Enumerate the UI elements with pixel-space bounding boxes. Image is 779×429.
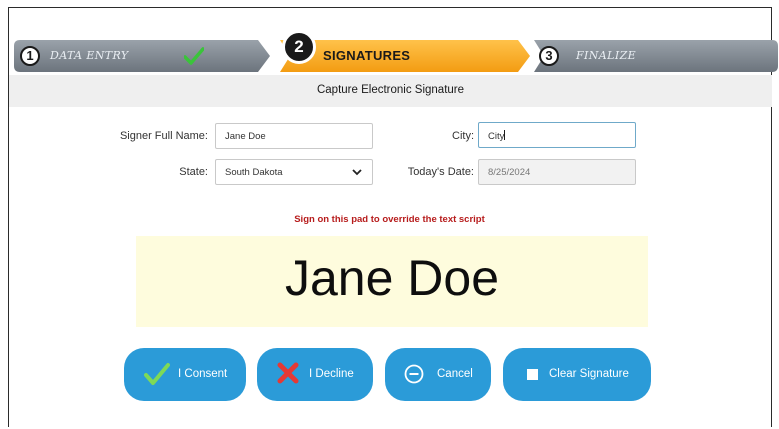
consent-label: I Consent bbox=[178, 368, 228, 380]
state-label: State: bbox=[179, 166, 208, 178]
date-label: Today's Date: bbox=[407, 166, 474, 178]
state-select[interactable]: South Dakota bbox=[215, 159, 373, 185]
signature-pad[interactable]: Jane Doe bbox=[136, 236, 648, 327]
cancel-button[interactable]: Cancel bbox=[385, 348, 491, 401]
step-number: 3 bbox=[539, 46, 559, 66]
text-cursor bbox=[504, 130, 506, 140]
decline-label: I Decline bbox=[309, 368, 354, 380]
city-label: City: bbox=[452, 130, 474, 142]
x-icon bbox=[277, 362, 299, 384]
decline-button[interactable]: I Decline bbox=[257, 348, 373, 401]
step-label: FINALIZE bbox=[576, 49, 637, 62]
subtitle-bar: Capture Electronic Signature bbox=[9, 75, 772, 107]
clear-signature-button[interactable]: Clear Signature bbox=[503, 348, 651, 401]
step-bar-shape bbox=[534, 40, 778, 72]
city-value: City bbox=[488, 131, 505, 142]
square-icon bbox=[527, 369, 538, 380]
check-icon bbox=[144, 363, 170, 385]
city-input[interactable]: City bbox=[478, 122, 636, 148]
step-number: 2 bbox=[282, 30, 316, 64]
step-label: DATA ENTRY bbox=[50, 49, 129, 62]
wizard-stepper: 1 DATA ENTRY 2 SIGNATURES 3 FINALIZE bbox=[14, 24, 778, 74]
step-finalize[interactable]: 3 FINALIZE bbox=[534, 40, 778, 72]
cancel-label: Cancel bbox=[437, 368, 473, 380]
step-data-entry[interactable]: 1 DATA ENTRY bbox=[14, 40, 270, 72]
step-number: 1 bbox=[20, 46, 40, 66]
signature-text: Jane Doe bbox=[284, 250, 500, 306]
date-input: 8/25/2024 bbox=[478, 159, 636, 185]
state-value: South Dakota bbox=[225, 167, 283, 178]
check-icon bbox=[184, 47, 204, 65]
signature-instruction: Sign on this pad to override the text sc… bbox=[294, 214, 485, 225]
signer-name-input[interactable]: Jane Doe bbox=[215, 123, 373, 149]
step-label: SIGNATURES bbox=[323, 48, 411, 63]
signer-name-label: Signer Full Name: bbox=[119, 130, 208, 142]
step-signatures[interactable]: 2 SIGNATURES bbox=[280, 30, 530, 72]
clear-signature-label: Clear Signature bbox=[549, 368, 629, 380]
minus-circle-icon bbox=[404, 364, 424, 384]
page-subtitle: Capture Electronic Signature bbox=[316, 84, 465, 96]
consent-button[interactable]: I Consent bbox=[124, 348, 246, 401]
chevron-down-icon bbox=[352, 169, 362, 176]
